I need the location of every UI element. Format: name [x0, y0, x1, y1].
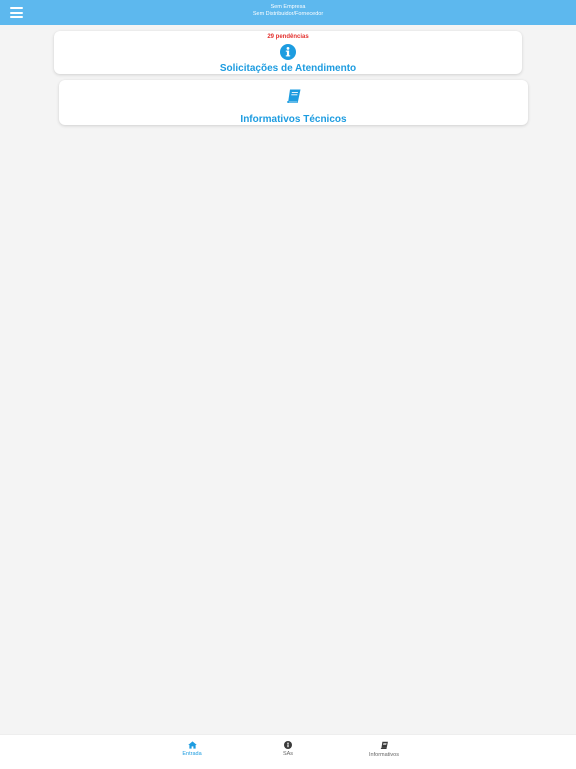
card-title: Informativos Técnicos: [240, 114, 347, 125]
book-icon: [380, 741, 388, 749]
info-circle-icon: [280, 44, 296, 60]
company-name: Sem Empresa: [270, 4, 306, 10]
app-header: Sem Empresa Sem Distribuidor/Fornecedor: [0, 0, 576, 25]
tab-sas[interactable]: SAs: [258, 741, 318, 757]
card-solicitacoes-atendimento[interactable]: 29 pendências Solicitações de Atendiment…: [54, 31, 522, 74]
pending-count-badge: 29 pendências: [267, 34, 309, 40]
tab-label: Informativos: [369, 752, 399, 758]
book-icon: [286, 89, 300, 103]
header-titles: Sem Empresa Sem Distribuidor/Fornecedor: [0, 4, 576, 18]
home-icon: [187, 741, 197, 749]
info-circle-icon: [284, 741, 292, 749]
tab-label: SAs: [282, 751, 294, 757]
tab-label: Entrada: [182, 751, 202, 757]
distributor-name: Sem Distribuidor/Fornecedor: [252, 11, 324, 17]
card-informativos-tecnicos[interactable]: Informativos Técnicos: [59, 80, 528, 125]
card-title: Solicitações de Atendimento: [219, 63, 357, 74]
bottom-tab-bar: Entrada SAs Informativos: [0, 734, 576, 769]
tab-entrada[interactable]: Entrada: [162, 741, 222, 757]
tab-informativos[interactable]: Informativos: [354, 741, 414, 758]
